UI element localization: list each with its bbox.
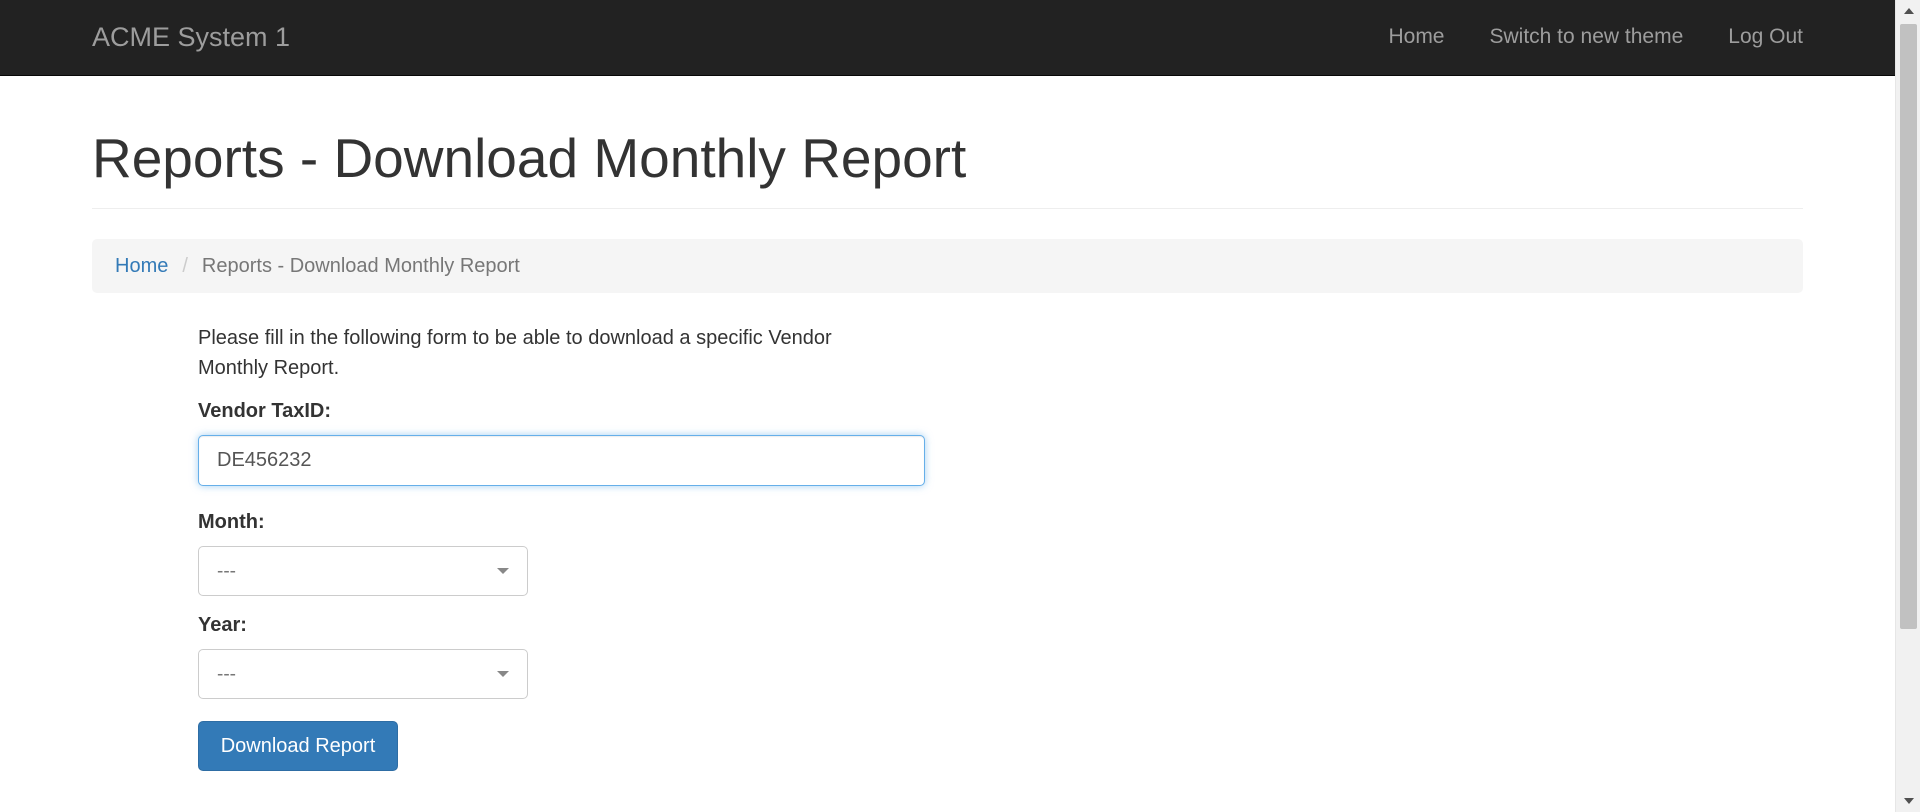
- vendor-taxid-label: Vendor TaxID:: [198, 400, 331, 422]
- breadcrumb-separator: /: [182, 254, 188, 277]
- scroll-down-arrow-icon: [1903, 798, 1914, 804]
- page-title: Reports - Download Monthly Report: [92, 127, 967, 189]
- month-label: Month:: [198, 511, 265, 533]
- scroll-down-button[interactable]: [1896, 790, 1920, 812]
- nav-links: Home Switch to new theme Log Out: [1388, 25, 1803, 49]
- breadcrumb-home-link[interactable]: Home: [115, 255, 168, 278]
- download-report-button[interactable]: Download Report: [198, 721, 398, 771]
- caret-down-icon: [497, 568, 509, 574]
- scroll-up-button[interactable]: [1896, 0, 1920, 22]
- nav-link-switch-theme[interactable]: Switch to new theme: [1490, 25, 1684, 49]
- year-select-value: ---: [217, 664, 236, 685]
- caret-down-icon: [497, 671, 509, 677]
- scroll-up-arrow-icon: [1903, 8, 1914, 14]
- brand-link[interactable]: ACME System 1: [92, 22, 290, 53]
- top-navbar: ACME System 1 Home Switch to new theme L…: [0, 0, 1895, 76]
- vendor-taxid-input[interactable]: [198, 435, 925, 486]
- breadcrumb-current: Reports - Download Monthly Report: [201, 254, 520, 277]
- scroll-thumb[interactable]: [1900, 24, 1917, 629]
- vertical-scrollbar[interactable]: [1895, 0, 1920, 812]
- title-divider: [92, 208, 1803, 209]
- form-intro-text: Please fill in the following form to be …: [198, 327, 832, 379]
- nav-link-home[interactable]: Home: [1388, 25, 1444, 49]
- month-select[interactable]: ---: [198, 546, 528, 596]
- nav-link-log-out[interactable]: Log Out: [1728, 25, 1803, 49]
- breadcrumb: Home / Reports - Download Monthly Report: [92, 239, 1803, 293]
- year-label: Year:: [198, 614, 247, 636]
- month-select-value: ---: [217, 561, 236, 582]
- year-select[interactable]: ---: [198, 649, 528, 699]
